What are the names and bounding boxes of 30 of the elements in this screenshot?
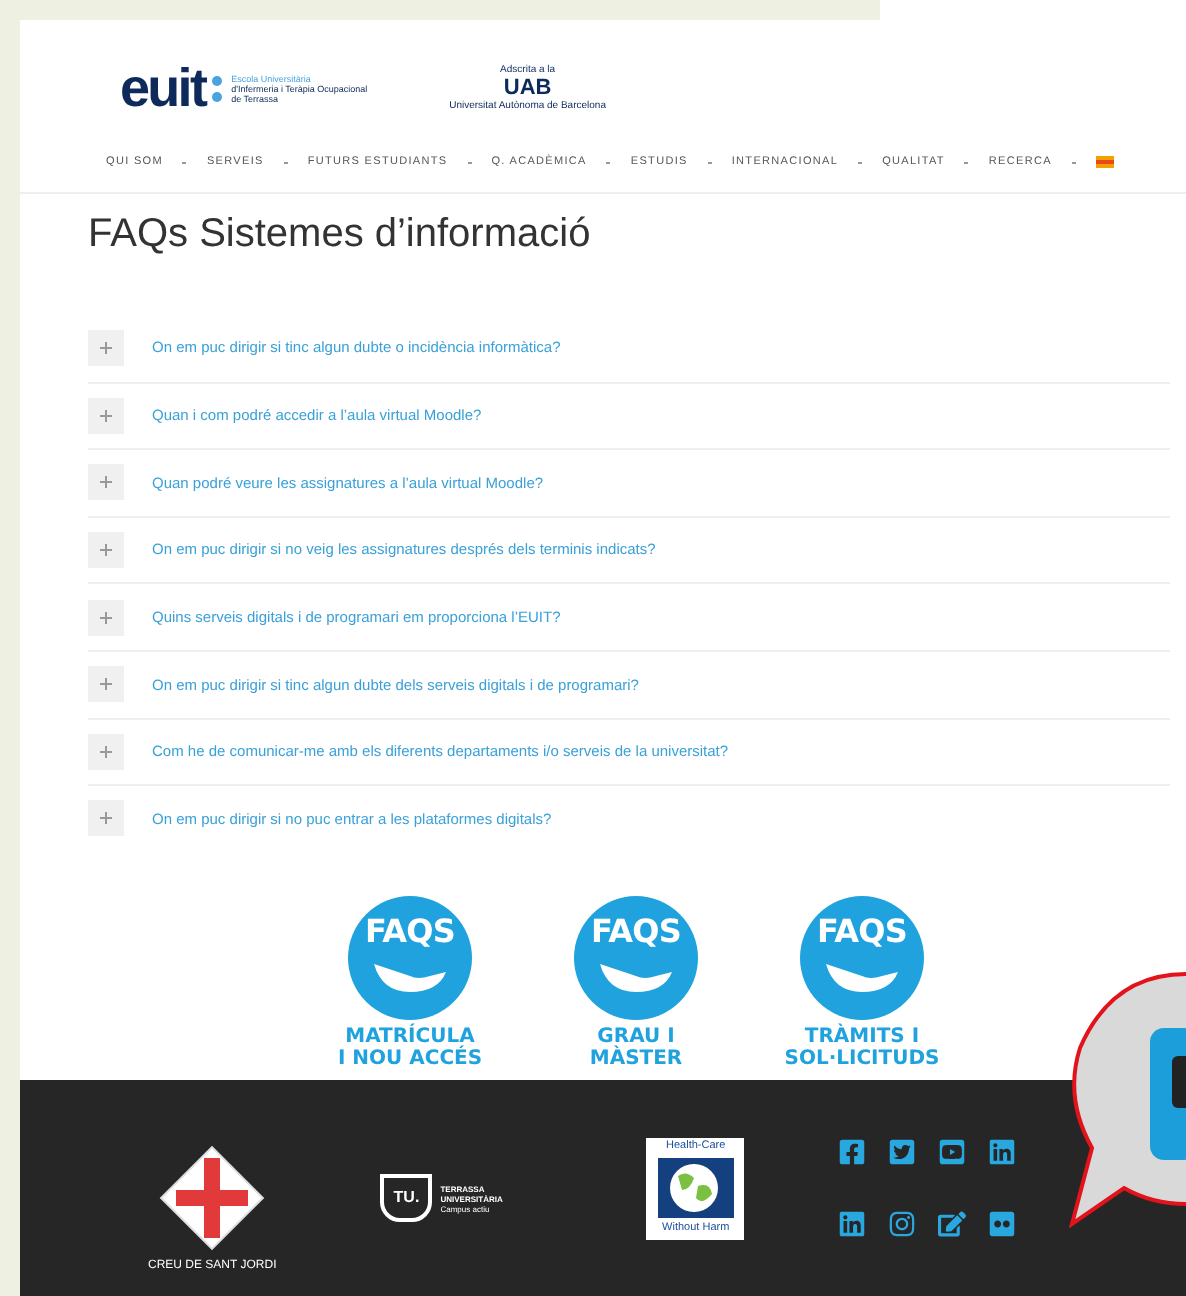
logo-wordmark[interactable]: euit	[120, 61, 206, 115]
linkedin-icon[interactable]	[838, 1210, 867, 1238]
flickr-icon[interactable]	[988, 1210, 1017, 1238]
badge-text: FAQS	[816, 915, 907, 948]
plus-icon[interactable]	[88, 599, 124, 636]
twitter-icon[interactable]	[888, 1138, 917, 1166]
faq-badge-icon[interactable]: FAQS	[574, 895, 698, 1020]
facebook-icon[interactable]	[838, 1138, 867, 1166]
badge-text: FAQS	[364, 915, 455, 948]
edit-icon[interactable]	[938, 1210, 967, 1238]
shield-logo: TU.	[380, 1174, 433, 1222]
language-flag-icon[interactable]	[1095, 156, 1114, 168]
badge-label[interactable]: GRAU I MÀSTER	[589, 1025, 683, 1070]
uab-logo: UAB	[503, 78, 552, 101]
instagram-icon[interactable]	[888, 1210, 917, 1238]
badge-label[interactable]: TRÀMITS I SOL·LICITUDS	[784, 1025, 940, 1070]
page-title: FAQs Sistemes d’informació	[88, 210, 593, 260]
faq-badge-icon[interactable]: FAQS	[800, 895, 924, 1020]
faq-badge-icon[interactable]: FAQS	[348, 895, 472, 1020]
linkedin-icon[interactable]	[988, 1138, 1017, 1166]
plus-icon[interactable]	[88, 800, 124, 837]
plus-icon[interactable]	[88, 464, 124, 501]
badge-text: FAQS	[590, 915, 681, 948]
plus-icon[interactable]	[88, 733, 124, 770]
plus-icon[interactable]	[88, 666, 124, 703]
youtube-icon[interactable]	[938, 1138, 967, 1166]
plus-icon[interactable]	[88, 532, 124, 569]
plus-icon[interactable]	[88, 397, 124, 434]
badge-label[interactable]: MATRÍCULA I NOU ACCÉS	[337, 1025, 483, 1070]
plus-icon[interactable]	[88, 329, 124, 366]
